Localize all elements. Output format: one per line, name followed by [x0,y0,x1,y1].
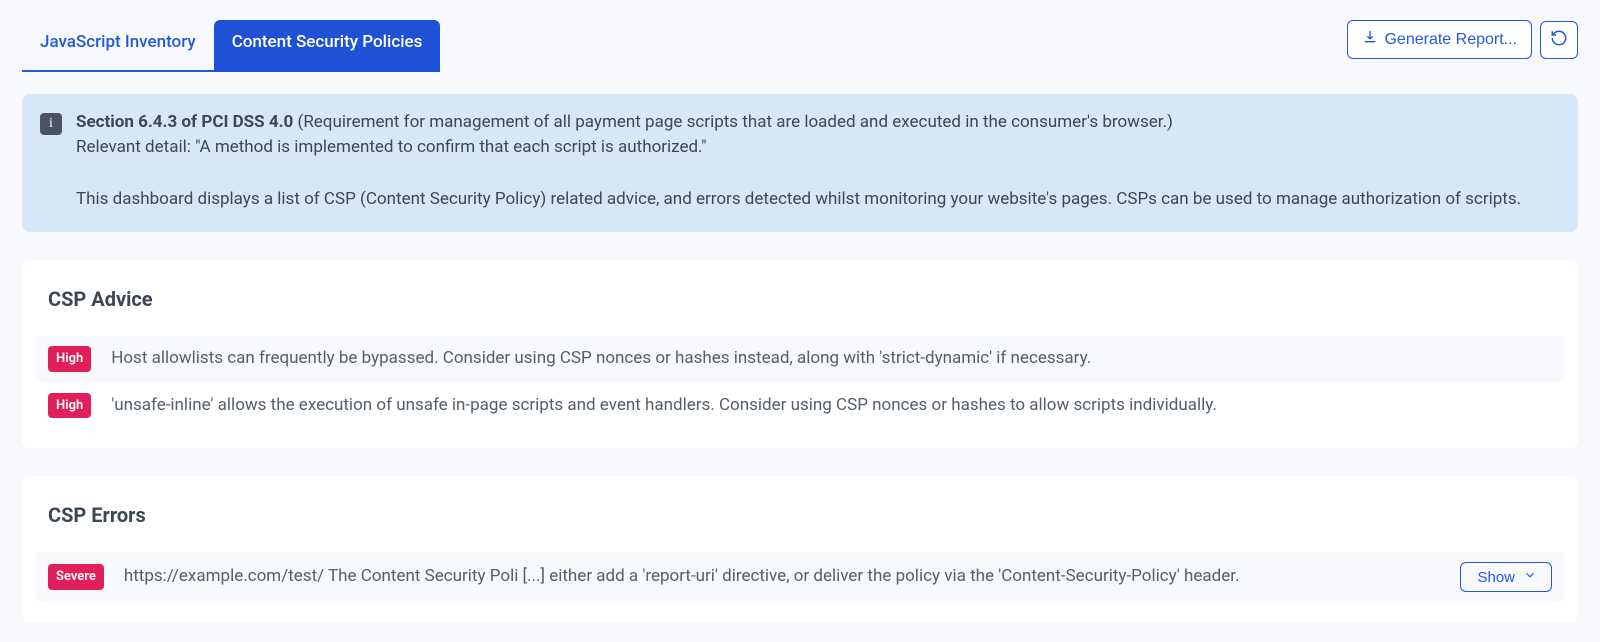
severity-badge: Severe [48,564,104,590]
refresh-button[interactable] [1540,21,1578,59]
csp-advice-card: CSP Advice High Host allowlists can freq… [22,260,1578,448]
info-icon: i [40,113,62,135]
generate-report-label: Generate Report... [1384,31,1517,49]
severity-badge: High [48,346,91,372]
csp-errors-heading: CSP Errors [48,500,1552,530]
show-button-label: Show [1477,569,1515,586]
refresh-icon [1550,29,1568,50]
info-description: This dashboard displays a list of CSP (C… [76,187,1521,213]
tabs: JavaScript Inventory Content Security Po… [22,20,440,72]
advice-text: 'unsafe-inline' allows the execution of … [111,393,1552,419]
info-section-rest: (Requirement for management of all payme… [293,112,1173,132]
info-banner: i Section 6.4.3 of PCI DSS 4.0 (Requirem… [22,94,1578,233]
advice-row: High 'unsafe-inline' allows the executio… [48,382,1552,429]
show-button[interactable]: Show [1460,562,1552,592]
error-row: Severe https://example.com/test/ The Con… [36,552,1564,602]
csp-advice-heading: CSP Advice [48,284,1552,314]
tab-content-security-policies[interactable]: Content Security Policies [214,20,441,72]
advice-row: High Host allowlists can frequently be b… [36,336,1564,382]
severity-badge: High [48,393,91,419]
info-detail: Relevant detail: "A method is implemente… [76,135,1521,161]
download-icon [1362,29,1378,50]
tab-javascript-inventory[interactable]: JavaScript Inventory [22,20,214,72]
advice-text: Host allowlists can frequently be bypass… [111,346,1552,372]
error-text: https://example.com/test/ The Content Se… [124,564,1441,590]
generate-report-button[interactable]: Generate Report... [1347,20,1532,59]
csp-errors-card: CSP Errors Severe https://example.com/te… [22,476,1578,622]
info-section-title: Section 6.4.3 of PCI DSS 4.0 [76,112,293,132]
chevron-down-icon [1523,568,1537,586]
